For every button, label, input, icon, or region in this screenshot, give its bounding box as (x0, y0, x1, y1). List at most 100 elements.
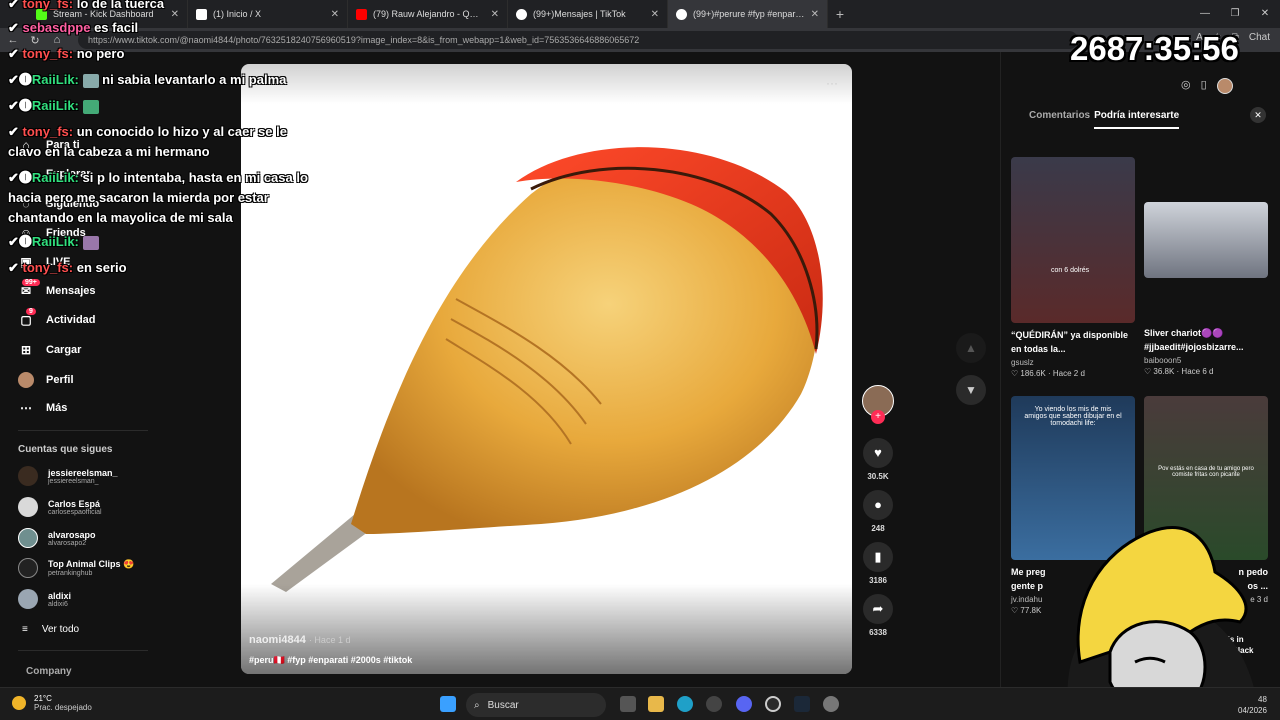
close-tab-icon[interactable]: ✕ (331, 9, 339, 20)
close-icon[interactable]: ✕ (1250, 107, 1266, 123)
close-tab-icon[interactable]: ✕ (491, 9, 499, 20)
steam-icon[interactable] (794, 696, 810, 712)
window-controls: — ❐ ✕ (1190, 0, 1280, 28)
chat-message: ✔🅘RaiiLik: ni sabia levantarlo a mi palm… (8, 72, 287, 88)
verified-icon: ✔ (8, 98, 19, 113)
chevron-down-icon: ▼ (965, 383, 977, 397)
top-right-icons: ◎ ▯ (1181, 78, 1233, 94)
verified-icon: ✔ (8, 46, 19, 61)
see-all-button[interactable]: ≡ Ver todo (22, 624, 79, 635)
comment-icon: ● (863, 490, 893, 520)
screen: Stream - Kick Dashboard ✕ (1) Inicio / X ✕… (0, 0, 1280, 720)
account-item[interactable]: Carlos Espá carlosespaofficial (18, 497, 102, 517)
nav-actividad[interactable]: ▢ 9 Actividad (18, 308, 96, 327)
nav-mas[interactable]: ⋯ Más (18, 401, 67, 415)
ccleaner-icon[interactable] (706, 696, 722, 712)
heart-icon: ♡ (1011, 369, 1019, 378)
close-tab-icon[interactable]: ✕ (811, 9, 819, 20)
emote-icon (82, 235, 99, 250)
badge-icon: 🅘 (18, 98, 32, 113)
taskbar-search[interactable]: ⌕ Buscar (466, 693, 606, 717)
profile-icon (18, 372, 34, 388)
previous-post-button[interactable]: ▲ (956, 333, 986, 363)
video-card[interactable]: con 6 dolrés “QUÉDIRÁN” ya disponible en… (1011, 157, 1135, 378)
panel-tabs: Comentarios Podría interesarte (1029, 110, 1180, 129)
avatar[interactable] (1216, 78, 1233, 94)
creator-avatar[interactable]: + (862, 385, 894, 424)
chat-label[interactable]: Chat (1249, 32, 1270, 43)
tab-youtube[interactable]: (79) Rauw Alejandro - QUÉ RICO C✕ (348, 0, 508, 28)
post-photo[interactable]: ··· naomi4844 · Hace 1 d #peru🇵🇪 #fyp #e… (241, 64, 852, 674)
close-window-icon[interactable]: ✕ (1250, 0, 1280, 28)
company-link[interactable]: Company (26, 666, 72, 677)
chevron-up-icon: ▲ (965, 341, 977, 355)
comment-button[interactable]: ● 248 (862, 490, 894, 533)
chat-message: ✔ tony_fs: lo de la tuerca (8, 0, 164, 14)
more-options-icon[interactable]: ··· (826, 76, 838, 90)
activity-icon: ▢ 9 (18, 308, 36, 327)
verified-icon: ✔ (8, 234, 19, 249)
new-tab-button[interactable]: + (828, 6, 852, 22)
stream-timer: 2687:35:56 (1070, 30, 1239, 67)
stream-chat-overlay: ✔ tony_fs: lo de la tuerca ✔ sebasdppe e… (4, 0, 324, 285)
account-item[interactable]: aldixi aldixi6 (18, 589, 71, 609)
verified-icon: ✔ (8, 124, 19, 139)
windows-taskbar: 21°C Prac. despejado ⌕ Buscar 48 04/2026 (0, 687, 1280, 720)
maximize-icon[interactable]: ❐ (1220, 0, 1250, 28)
badge-icon: 🅘 (18, 170, 32, 185)
start-icon[interactable] (440, 696, 456, 712)
device-icon[interactable]: ▯ (1201, 78, 1207, 94)
verified-icon: ✔ (8, 20, 19, 35)
avatar (18, 558, 38, 578)
account-item[interactable]: Top Animal Clips 😍 petrankinghub (18, 558, 134, 578)
tab-tiktok-post[interactable]: (99+)#perure #fyp #enparati #200✕ (668, 0, 828, 28)
emote-icon (82, 73, 99, 88)
next-post-button[interactable]: ▼ (956, 375, 986, 405)
post-hashtags[interactable]: #peru🇵🇪 #fyp #enparati #2000s #tiktok (249, 655, 412, 666)
video-card[interactable]: Sliver chariot🟣🟣 #jjbaedit#jojosbizarre.… (1144, 202, 1268, 376)
tiktok-icon (676, 8, 687, 20)
like-button[interactable]: ♥ 30.5K (862, 438, 894, 481)
minimize-icon[interactable]: — (1190, 0, 1220, 28)
tab-podria-interesarte[interactable]: Podría interesarte (1094, 110, 1180, 129)
nav-cargar[interactable]: ⊞ Cargar (18, 343, 82, 357)
share-icon: ➦ (863, 594, 893, 624)
divider (18, 650, 148, 651)
chat-message: ✔🅘RaiiLik: si p lo intentaba, hasta en m… (8, 170, 308, 225)
taskbar-clock[interactable]: 48 04/2026 (1238, 694, 1267, 716)
divider (18, 430, 148, 431)
verified-icon: ✔ (8, 72, 19, 87)
upload-icon: ⊞ (20, 343, 32, 357)
chat-message: ✔ tony_fs: no pero (8, 46, 125, 61)
share-button[interactable]: ➦ 6338 (862, 594, 894, 637)
account-item[interactable]: jessiereelsman_ jessiereelsman_ (18, 466, 118, 486)
badge-icon: 🅘 (18, 72, 32, 87)
follow-plus-icon[interactable]: + (871, 410, 885, 424)
account-item[interactable]: alvarosapo alvarosapo2 (18, 528, 96, 548)
verified-icon: ✔ (8, 0, 19, 11)
nav-mensajes[interactable]: ✉ 99+ Mensajes (18, 279, 96, 298)
nav-perfil[interactable]: Perfil (18, 372, 74, 388)
badge-icon: 🅘 (18, 234, 32, 249)
bookmark-icon: ▮ (863, 542, 893, 572)
chat-message: ✔ sebasdppe es facil (8, 20, 139, 35)
task-view-icon[interactable] (620, 696, 636, 712)
post-author[interactable]: naomi4844 · Hace 1 d (249, 634, 350, 646)
weather-icon (12, 696, 26, 710)
close-tab-icon[interactable]: ✕ (651, 9, 659, 20)
avatar (18, 528, 38, 548)
save-button[interactable]: ▮ 3186 (862, 542, 894, 585)
edge-icon[interactable] (677, 696, 693, 712)
top-shade (241, 64, 852, 104)
discord-icon[interactable] (736, 696, 752, 712)
coin-icon[interactable]: ◎ (1181, 78, 1191, 94)
file-explorer-icon[interactable] (648, 696, 664, 712)
activity-badge: 9 (26, 308, 36, 315)
message-icon: ✉ 99+ (18, 279, 40, 298)
settings-icon[interactable] (823, 696, 839, 712)
chat-message: ✔🅘RaiiLik: (8, 232, 99, 252)
weather-widget[interactable]: 21°C Prac. despejado (12, 694, 92, 712)
tab-comentarios[interactable]: Comentarios (1029, 110, 1090, 129)
obs-icon[interactable] (765, 696, 781, 712)
tab-tiktok-messages[interactable]: (99+)Mensajes | TikTok ✕ (508, 0, 668, 28)
